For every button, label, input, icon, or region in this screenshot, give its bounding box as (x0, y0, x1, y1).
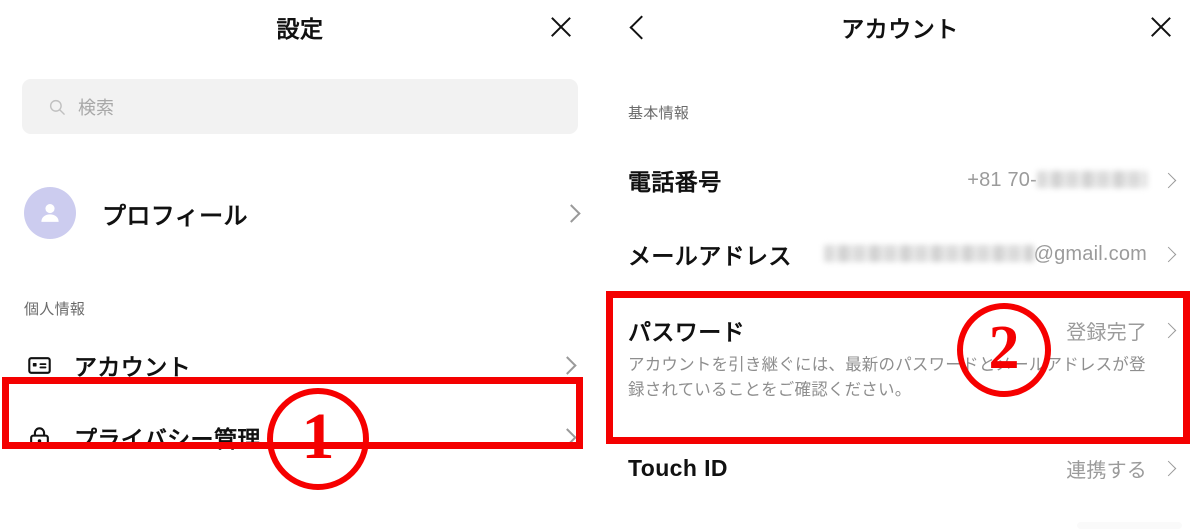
settings-panel: 設定 検索 プロフィール 個人情報 アカウント プライバシー管理 (0, 0, 600, 531)
sidebar-item-privacy-label: プライバシー管理 (74, 426, 261, 452)
password-row-top: パスワード 登録完了 (628, 313, 1177, 347)
account-title: アカウント (841, 16, 959, 42)
email-label: メールアドレス (628, 243, 792, 269)
search-icon (49, 99, 65, 115)
close-icon (1148, 14, 1174, 40)
account-row-touch-id[interactable]: Touch ID 連携する (600, 437, 1200, 499)
bottom-edge-artifact (1077, 522, 1182, 529)
sidebar-item-account[interactable]: アカウント (0, 333, 600, 397)
lock-icon (26, 424, 52, 450)
password-status-badge: 登録完了 (1066, 321, 1147, 344)
password-label: パスワード (628, 319, 745, 345)
settings-title: 設定 (276, 16, 324, 42)
account-panel: アカウント 基本情報 電話番号 +81 70- メールアドレス @gmail.c… (600, 0, 1200, 531)
chevron-right-icon (558, 427, 577, 447)
profile-row[interactable]: プロフィール (0, 174, 600, 252)
id-card-icon (26, 352, 52, 378)
phone-redacted-mask (1037, 170, 1147, 188)
account-back-button[interactable] (622, 10, 656, 44)
settings-header: 設定 (0, 0, 600, 54)
account-row-phone[interactable]: 電話番号 +81 70- (600, 149, 1200, 211)
close-icon (548, 14, 574, 40)
chevron-right-icon (1160, 246, 1177, 262)
account-close-button[interactable] (1144, 10, 1178, 44)
chevron-right-icon (562, 203, 581, 223)
sidebar-item-account-label: アカウント (74, 354, 191, 380)
chevron-right-icon (1160, 322, 1177, 338)
password-description: アカウントを引き継ぐには、最新のパスワードとメールアドレスが登録されていることを… (628, 356, 1146, 400)
touch-id-status: 連携する (1066, 459, 1147, 482)
dual-panel-screenshot: 設定 検索 プロフィール 個人情報 アカウント プライバシー管理 アカウント 基… (0, 0, 1200, 531)
account-header: アカウント (600, 0, 1200, 54)
chevron-right-icon (1160, 172, 1177, 188)
search-field[interactable]: 検索 (22, 79, 578, 134)
person-avatar-icon (41, 204, 59, 222)
search-placeholder: 検索 (78, 97, 114, 118)
email-value: @gmail.com (823, 242, 1147, 266)
email-value-suffix: @gmail.com (1033, 242, 1147, 265)
avatar (24, 187, 76, 239)
email-redacted-mask (823, 244, 1034, 262)
phone-label: 電話番号 (628, 169, 722, 195)
settings-close-button[interactable] (544, 10, 578, 44)
back-chevron-icon (629, 14, 654, 40)
phone-value: +81 70- (967, 169, 1147, 192)
chevron-right-icon (558, 355, 577, 375)
profile-label: プロフィール (102, 202, 248, 230)
sidebar-item-privacy[interactable]: プライバシー管理 (0, 405, 600, 469)
account-row-email[interactable]: メールアドレス @gmail.com (600, 223, 1200, 285)
chevron-right-icon (1160, 460, 1177, 476)
touch-id-label: Touch ID (628, 454, 728, 481)
section-header-personal-info: 個人情報 (24, 301, 86, 318)
section-header-basic-info: 基本情報 (628, 105, 690, 122)
account-row-password[interactable]: パスワード 登録完了 アカウントを引き継ぐには、最新のパスワードとメールアドレス… (600, 301, 1200, 419)
phone-value-prefix: +81 70- (967, 168, 1037, 191)
